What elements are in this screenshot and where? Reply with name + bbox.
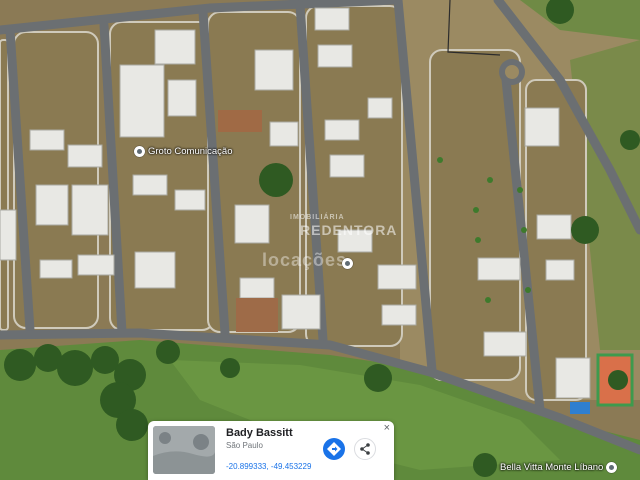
close-icon[interactable]: × — [384, 422, 390, 434]
place-coordinates[interactable]: -20.899333, -49.453229 — [226, 462, 311, 471]
place-pin-icon — [606, 462, 618, 473]
street-view-thumbnail[interactable] — [153, 426, 215, 474]
place-title: Bady Bassitt — [226, 427, 293, 439]
poi-bella-vitta[interactable]: Bella Vitta Monte Líbano — [500, 462, 618, 473]
poi-groto-comunicacao[interactable]: Groto Comunicação — [134, 146, 232, 157]
share-icon[interactable] — [354, 438, 376, 460]
poi-label: Bella Vitta Monte Líbano — [500, 462, 604, 473]
place-card[interactable]: Bady Bassitt São Paulo -20.899333, -49.4… — [148, 421, 394, 480]
place-pin-icon — [342, 258, 353, 269]
poi-label: Groto Comunicação — [148, 146, 233, 157]
place-subtitle: São Paulo — [226, 441, 263, 450]
directions-icon[interactable] — [323, 438, 345, 460]
place-pin-icon — [134, 146, 145, 157]
satellite-map[interactable]: IMOBILIÁRIA REDENTORA locações Groto Com… — [0, 0, 640, 480]
map-imagery — [0, 0, 640, 480]
poi-unnamed-pin[interactable] — [342, 258, 353, 269]
